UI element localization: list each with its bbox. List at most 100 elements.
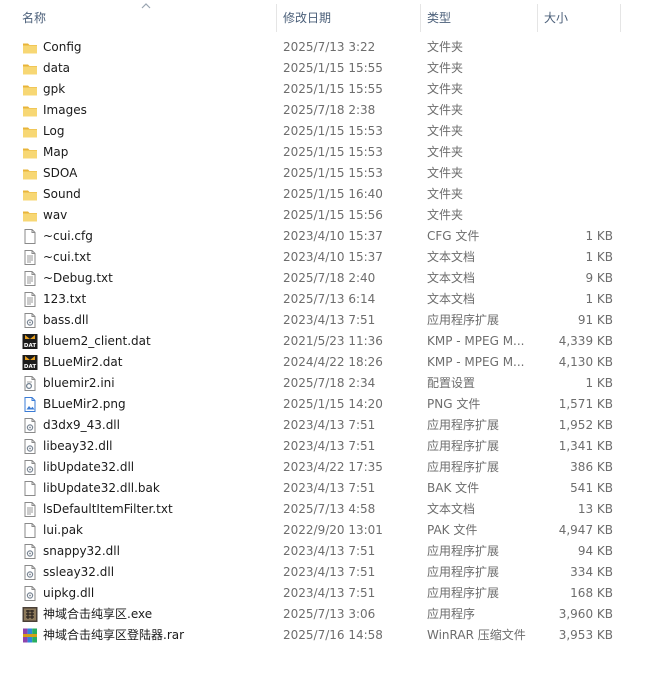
- file-modified-date: 2023/4/13 7:51: [283, 565, 376, 579]
- file-modified-date: 2023/4/10 15:37: [283, 229, 383, 243]
- rar-icon: [22, 627, 38, 644]
- file-size: 1 KB: [585, 250, 613, 264]
- dll-icon: [22, 543, 38, 560]
- folder-icon: [22, 81, 38, 98]
- file-type: 文件夹: [427, 166, 464, 180]
- file-size: 4,947 KB: [558, 523, 613, 537]
- file-modified-date: 2023/4/13 7:51: [283, 313, 376, 327]
- file-row[interactable]: uipkg.dll 2023/4/13 7:51 应用程序扩展 168 KB: [0, 583, 648, 604]
- file-row[interactable]: 神域合击纯享区.exe 2025/7/13 3:06 应用程序 3,960 KB: [0, 604, 648, 625]
- file-row[interactable]: DAT bluem2_client.dat 2021/5/23 11:36 KMP -…: [0, 331, 648, 352]
- dll-icon: [22, 459, 38, 476]
- file-name: Images: [43, 103, 87, 117]
- dll-icon: [22, 312, 38, 329]
- file-type: CFG 文件: [427, 229, 480, 243]
- file-row[interactable]: ~cui.cfg 2023/4/10 15:37 CFG 文件 1 KB: [0, 226, 648, 247]
- file-row[interactable]: ~Debug.txt 2025/7/18 2:40 文本文档 9 KB: [0, 268, 648, 289]
- file-name: libUpdate32.dll: [43, 460, 135, 474]
- file-row[interactable]: gpk 2025/1/15 15:55 文件夹: [0, 79, 648, 100]
- text-file-icon: [22, 249, 38, 266]
- file-name: bluem2_client.dat: [43, 334, 151, 348]
- file-row[interactable]: Images 2025/7/18 2:38 文件夹: [0, 100, 648, 121]
- column-header-type-label: 类型: [427, 11, 452, 25]
- column-header-type[interactable]: 类型: [421, 0, 537, 36]
- file-size: 1,952 KB: [558, 418, 613, 432]
- file-modified-date: 2025/7/16 14:58: [283, 628, 383, 642]
- file-name: libeay32.dll: [43, 439, 113, 453]
- file-modified-date: 2025/1/15 15:53: [283, 145, 383, 159]
- file-type: 文件夹: [427, 103, 464, 117]
- file-name: lui.pak: [43, 523, 84, 537]
- file-type: 文本文档: [427, 250, 476, 264]
- file-size: 3,960 KB: [558, 607, 613, 621]
- file-size: 168 KB: [570, 586, 613, 600]
- file-modified-date: 2024/4/22 18:26: [283, 355, 383, 369]
- column-header-date[interactable]: 修改日期: [277, 0, 420, 36]
- file-size: 1 KB: [585, 229, 613, 243]
- file-name: Sound: [43, 187, 81, 201]
- column-divider[interactable]: [620, 4, 621, 32]
- file-row[interactable]: libeay32.dll 2023/4/13 7:51 应用程序扩展 1,341 KB: [0, 436, 648, 457]
- file-row[interactable]: Map 2025/1/15 15:53 文件夹: [0, 142, 648, 163]
- file-row[interactable]: bass.dll 2023/4/13 7:51 应用程序扩展 91 KB: [0, 310, 648, 331]
- file-row[interactable]: SDOA 2025/1/15 15:53 文件夹: [0, 163, 648, 184]
- folder-icon: [22, 186, 38, 203]
- file-type: 应用程序扩展: [427, 544, 500, 558]
- file-type: KMP - MPEG M...: [427, 334, 525, 348]
- file-row[interactable]: data 2025/1/15 15:55 文件夹: [0, 58, 648, 79]
- folder-icon: [22, 39, 38, 56]
- file-size: 3,953 KB: [558, 628, 613, 642]
- file-row[interactable]: snappy32.dll 2023/4/13 7:51 应用程序扩展 94 KB: [0, 541, 648, 562]
- file-modified-date: 2023/4/13 7:51: [283, 586, 376, 600]
- file-size: [543, 121, 613, 142]
- file-row[interactable]: DAT BLueMir2.dat 2024/4/22 18:26 KMP - MPEG…: [0, 352, 648, 373]
- file-size: 1,571 KB: [558, 397, 613, 411]
- file-type: 应用程序扩展: [427, 313, 500, 327]
- text-file-icon: [22, 291, 38, 308]
- file-row[interactable]: libUpdate32.dll 2023/4/22 17:35 应用程序扩展 386 …: [0, 457, 648, 478]
- file-name: 123.txt: [43, 292, 87, 306]
- file-row[interactable]: ~cui.txt 2023/4/10 15:37 文本文档 1 KB: [0, 247, 648, 268]
- folder-icon: [22, 165, 38, 182]
- file-size: [543, 163, 613, 184]
- file-row[interactable]: lsDefaultItemFilter.txt 2025/7/13 4:58 文本文…: [0, 499, 648, 520]
- dll-icon: [22, 438, 38, 455]
- file-size: [543, 100, 613, 121]
- file-name: uipkg.dll: [43, 586, 95, 600]
- file-row[interactable]: Config 2025/7/13 3:22 文件夹: [0, 37, 648, 58]
- file-modified-date: 2023/4/13 7:51: [283, 439, 376, 453]
- file-row[interactable]: Log 2025/1/15 15:53 文件夹: [0, 121, 648, 142]
- exe-icon: [22, 606, 38, 623]
- file-size: 4,339 KB: [558, 334, 613, 348]
- file-modified-date: 2025/1/15 16:40: [283, 187, 383, 201]
- file-modified-date: 2025/1/15 15:55: [283, 61, 383, 75]
- file-name: libUpdate32.dll.bak: [43, 481, 160, 495]
- image-file-icon: [22, 396, 38, 413]
- file-modified-date: 2025/1/15 15:53: [283, 166, 383, 180]
- file-row[interactable]: 123.txt 2025/7/13 6:14 文本文档 1 KB: [0, 289, 648, 310]
- text-file-icon: [22, 501, 38, 518]
- file-name: Map: [43, 145, 69, 159]
- file-name: d3dx9_43.dll: [43, 418, 120, 432]
- file-size: [543, 79, 613, 100]
- file-row[interactable]: ssleay32.dll 2023/4/13 7:51 应用程序扩展 334 KB: [0, 562, 648, 583]
- file-row[interactable]: 神域合击纯享区登陆器.rar 2025/7/16 14:58 WinRAR 压缩文件…: [0, 625, 648, 646]
- file-row[interactable]: BLueMir2.png 2025/1/15 14:20 PNG 文件 1,571 K…: [0, 394, 648, 415]
- file-name: BLueMir2.dat: [43, 355, 123, 369]
- file-row[interactable]: wav 2025/1/15 15:56 文件夹: [0, 205, 648, 226]
- file-icon: [22, 480, 38, 497]
- dat-icon: DAT: [22, 333, 38, 350]
- file-row[interactable]: bluemir2.ini 2025/7/18 2:34 配置设置 1 KB: [0, 373, 648, 394]
- file-row[interactable]: Sound 2025/1/15 16:40 文件夹: [0, 184, 648, 205]
- file-row[interactable]: libUpdate32.dll.bak 2023/4/13 7:51 BAK 文件 5…: [0, 478, 648, 499]
- folder-icon: [22, 207, 38, 224]
- file-modified-date: 2025/7/13 4:58: [283, 502, 376, 516]
- file-row[interactable]: lui.pak 2022/9/20 13:01 PAK 文件 4,947 KB: [0, 520, 648, 541]
- file-modified-date: 2025/7/18 2:38: [283, 103, 376, 117]
- column-header-size-label: 大小: [544, 11, 569, 25]
- file-type: 应用程序扩展: [427, 439, 500, 453]
- column-header-size[interactable]: 大小: [538, 0, 620, 36]
- file-type: WinRAR 压缩文件: [427, 628, 526, 642]
- file-row[interactable]: d3dx9_43.dll 2023/4/13 7:51 应用程序扩展 1,952 KB: [0, 415, 648, 436]
- file-type: PAK 文件: [427, 523, 478, 537]
